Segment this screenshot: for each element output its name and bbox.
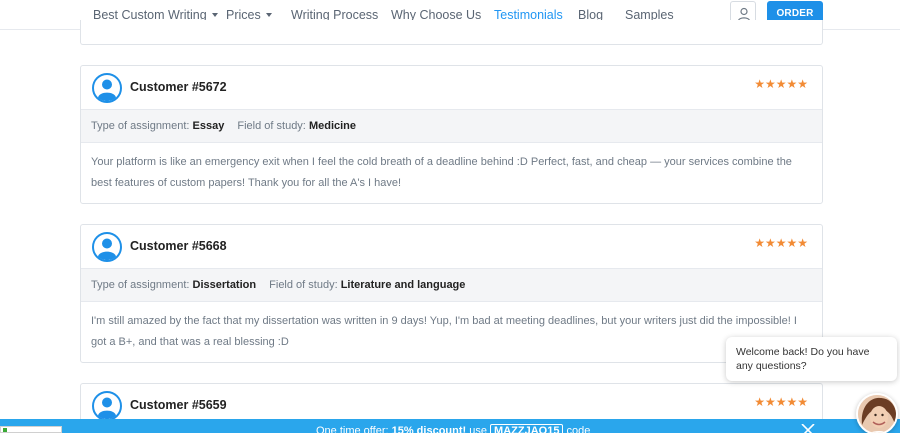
review-meta: Type of assignment: Dissertation Field o… (81, 268, 822, 302)
promo-code[interactable]: MAZZJAO15 (490, 424, 564, 433)
star-rating-icon: ★★★★★ (754, 236, 808, 250)
trust-badge[interactable] (0, 426, 62, 433)
review-card: Customer #5672 ★★★★★ Type of assignment:… (80, 65, 823, 204)
chat-welcome-bubble[interactable]: Welcome back! Do you have any questions? (726, 337, 897, 381)
review-header: Customer #5672 ★★★★★ (81, 66, 822, 109)
field-of-study: Literature and language (340, 279, 466, 291)
promo-text: One time offer: 15% discount! use MAZZJA… (316, 424, 590, 433)
badge-logo-icon (3, 428, 7, 432)
chat-agent-avatar[interactable] (856, 393, 898, 433)
field-of-study: Medicine (308, 120, 357, 132)
customer-name: Customer #5668 (130, 239, 227, 253)
assignment-type: Essay (192, 120, 225, 132)
review-text: Your platform is like an emergency exit … (91, 156, 792, 189)
customer-avatar-icon (92, 232, 122, 262)
review-text: I'm still amazed by the fact that my dis… (91, 315, 797, 348)
review-card: Customer #5668 ★★★★★ Type of assignment:… (80, 224, 823, 363)
customer-avatar-icon (92, 73, 122, 103)
review-card-previous (80, 20, 823, 45)
promo-bar: One time offer: 15% discount! use MAZZJA… (0, 419, 900, 433)
star-rating-icon: ★★★★★ (754, 395, 808, 409)
close-icon[interactable] (801, 424, 815, 433)
star-rating-icon: ★★★★★ (754, 77, 808, 91)
promo-discount: 15% discount! (391, 425, 467, 433)
assignment-type: Dissertation (192, 279, 257, 291)
review-header: Customer #5668 ★★★★★ (81, 225, 822, 268)
chevron-down-icon (211, 13, 218, 17)
customer-avatar-icon (92, 391, 122, 421)
agent-photo-icon (858, 395, 896, 433)
customer-name: Customer #5672 (130, 80, 227, 94)
chevron-down-icon (265, 13, 272, 17)
customer-name: Customer #5659 (130, 398, 227, 412)
review-meta: Type of assignment: Essay Field of study… (81, 109, 822, 143)
